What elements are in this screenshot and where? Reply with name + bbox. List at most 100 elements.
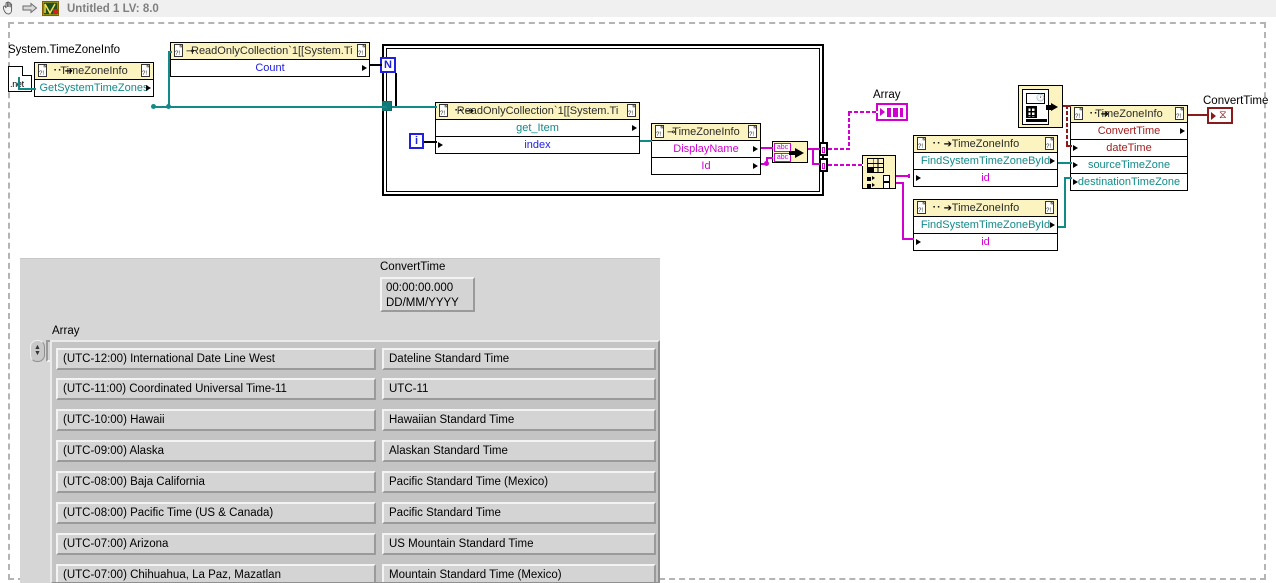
array-cell-displayname[interactable]: (UTC-11:00) Coordinated Universal Time-1… bbox=[56, 378, 376, 400]
timestamp-output-terminal[interactable] bbox=[1051, 103, 1058, 111]
wire-index-out-2-to-dest[interactable] bbox=[902, 238, 914, 240]
node-convert-time[interactable]: ?! ⠐⠂➔ TimeZoneInfo ?! ConvertTime dateT… bbox=[1070, 105, 1188, 191]
wire-timestamp-v[interactable] bbox=[1066, 105, 1068, 147]
output-terminal[interactable] bbox=[362, 65, 367, 71]
element-output-1[interactable] bbox=[883, 175, 890, 182]
array-row[interactable]: (UTC-07:00) Arizona US Mountain Standard… bbox=[56, 533, 656, 555]
node-member-id[interactable]: Id bbox=[652, 158, 760, 175]
front-panel[interactable]: ConvertTime 00:00:00.000 DD/MM/YYYY Arra… bbox=[20, 258, 660, 583]
loop-count-terminal[interactable]: N bbox=[380, 57, 396, 73]
wire-timestamp-to-datetime[interactable] bbox=[1066, 145, 1072, 147]
array-cell-id[interactable]: Pacific Standard Time bbox=[382, 502, 656, 524]
node-member-destination-timezone[interactable]: destinationTimeZone bbox=[1071, 174, 1187, 191]
input-terminal[interactable] bbox=[916, 239, 921, 245]
array-cell-displayname[interactable]: (UTC-09:00) Alaska bbox=[56, 440, 376, 462]
node-find-timezone-destination[interactable]: ?! ⠐⠂➔ TimeZoneInfo ?! FindSystemTimeZon… bbox=[913, 199, 1058, 251]
wire-collection-to-count-h[interactable] bbox=[168, 51, 172, 53]
run-arrow-icon[interactable] bbox=[22, 1, 40, 16]
node-member-get-item[interactable]: get_Item bbox=[436, 120, 639, 137]
spinner-down-icon[interactable]: ▼ bbox=[34, 350, 41, 357]
array-row[interactable]: (UTC-09:00) Alaska Alaskan Standard Time bbox=[56, 440, 656, 462]
output-terminal[interactable] bbox=[1050, 222, 1055, 228]
block-diagram[interactable]: System.TimeZoneInfo .net ?! ⠐⠂➔ TimeZone… bbox=[0, 17, 1276, 583]
array-cell-displayname[interactable]: (UTC-07:00) Arizona bbox=[56, 533, 376, 555]
node-member-datetime[interactable]: dateTime bbox=[1071, 140, 1187, 157]
wire-constant-to-node-h[interactable] bbox=[18, 88, 36, 90]
loop-iteration-terminal[interactable]: i bbox=[409, 133, 424, 149]
wire-displayname-to-buildarray[interactable] bbox=[761, 147, 773, 149]
loop-output-tunnel-displayname[interactable] bbox=[819, 142, 828, 156]
wire-index-out-1-v[interactable] bbox=[908, 174, 910, 178]
array-cell-id[interactable]: US Mountain Standard Time bbox=[382, 533, 656, 555]
wire-buildarray-to-tunnel-2[interactable] bbox=[812, 163, 820, 165]
array-cell-displayname[interactable]: (UTC-08:00) Pacific Time (US & Canada) bbox=[56, 502, 376, 524]
wire-dest-tz-in[interactable] bbox=[1064, 177, 1072, 179]
wire-tunnel-to-getitem[interactable] bbox=[392, 106, 437, 108]
node-member-convert-time[interactable]: ConvertTime bbox=[1071, 123, 1187, 140]
node-collection-get-item[interactable]: ?! ⠐⠂➔ ReadOnlyCollection`1[[System.Ti ?… bbox=[435, 102, 640, 154]
output-terminal[interactable] bbox=[1050, 158, 1055, 164]
wire-array-out-1[interactable] bbox=[828, 148, 850, 150]
wire-array-to-indicator[interactable] bbox=[848, 111, 878, 113]
wire-count-to-n[interactable] bbox=[370, 64, 382, 66]
output-terminal[interactable] bbox=[146, 85, 151, 91]
input-terminal[interactable] bbox=[1073, 162, 1078, 168]
loop-output-tunnel-id[interactable] bbox=[819, 158, 828, 172]
array-cell-displayname[interactable]: (UTC-07:00) Chihuahua, La Paz, Mazatlan bbox=[56, 564, 376, 582]
wire-n-down[interactable] bbox=[395, 73, 397, 107]
input-terminal[interactable] bbox=[916, 175, 921, 181]
get-date-time-in-seconds-node[interactable]: 🕐 bbox=[1018, 85, 1063, 128]
node-timezoneinfo-properties[interactable]: ?! ⊸ TimeZoneInfo ?! DisplayName Id bbox=[651, 123, 761, 175]
wire-buildarray-to-tunnel[interactable] bbox=[808, 148, 820, 150]
index-input-1[interactable] bbox=[867, 176, 875, 182]
node-member-index[interactable]: index bbox=[436, 137, 639, 154]
output-terminal[interactable] bbox=[753, 163, 758, 169]
node-member-get-system-timezones[interactable]: GetSystemTimeZones bbox=[35, 80, 153, 97]
output-terminal[interactable] bbox=[1180, 128, 1185, 134]
wire-id-to-buildarray[interactable] bbox=[766, 157, 773, 159]
node-find-timezone-source[interactable]: ?! ⠐⠂➔ TimeZoneInfo ?! FindSystemTimeZon… bbox=[913, 135, 1058, 187]
wire-collection-main[interactable] bbox=[152, 106, 387, 108]
wire-i-to-index[interactable] bbox=[424, 141, 437, 143]
wire-array-out-v[interactable] bbox=[848, 112, 850, 150]
wire-index-out-2-v[interactable] bbox=[902, 182, 904, 239]
node-member-displayname[interactable]: DisplayName bbox=[652, 141, 760, 158]
array-cell-displayname[interactable]: (UTC-08:00) Baja California bbox=[56, 471, 376, 493]
converttime-indicator-display[interactable]: 00:00:00.000 DD/MM/YYYY bbox=[380, 277, 475, 312]
labview-icon[interactable] bbox=[42, 1, 60, 16]
array-cell-displayname[interactable]: (UTC-10:00) Hawaii bbox=[56, 409, 376, 431]
array-row[interactable]: (UTC-08:00) Pacific Time (US & Canada) P… bbox=[56, 502, 656, 524]
node-member-id[interactable]: id bbox=[914, 170, 1057, 187]
array-row[interactable]: (UTC-11:00) Coordinated Universal Time-1… bbox=[56, 378, 656, 400]
wire-getitem-to-tzinfo[interactable] bbox=[640, 140, 652, 142]
node-member-find-timezone[interactable]: FindSystemTimeZoneById bbox=[914, 217, 1057, 234]
array-row[interactable]: (UTC-10:00) Hawaii Hawaiian Standard Tim… bbox=[56, 409, 656, 431]
wire-source-tz[interactable] bbox=[1058, 162, 1072, 164]
build-array-node[interactable]: abc abc bbox=[772, 141, 808, 163]
node-member-id[interactable]: id bbox=[914, 234, 1057, 251]
element-output-2[interactable] bbox=[883, 182, 890, 189]
array-row[interactable]: (UTC-12:00) International Date Line West… bbox=[56, 348, 656, 370]
array-cell-id[interactable]: Pacific Standard Time (Mexico) bbox=[382, 471, 656, 493]
array-row[interactable]: (UTC-07:00) Chihuahua, La Paz, Mazatlan … bbox=[56, 564, 656, 582]
array-cell-id[interactable]: Dateline Standard Time bbox=[382, 348, 656, 370]
array-cell-id[interactable]: Mountain Standard Time (Mexico) bbox=[382, 564, 656, 582]
wire-converttime-to-indicator[interactable] bbox=[1188, 114, 1208, 116]
node-member-count[interactable]: Count bbox=[171, 60, 369, 77]
hand-cursor-icon[interactable] bbox=[2, 1, 20, 16]
index-input-2[interactable] bbox=[867, 183, 875, 189]
array-index-spinner[interactable]: ▲ ▼ bbox=[30, 340, 45, 362]
array-cell-id[interactable]: Hawaiian Standard Time bbox=[382, 409, 656, 431]
array-indicator-terminal[interactable] bbox=[876, 103, 908, 121]
wire-dest-tz-v[interactable] bbox=[1064, 178, 1066, 227]
output-terminal[interactable] bbox=[632, 125, 637, 131]
array-cell-displayname[interactable]: (UTC-12:00) International Date Line West bbox=[56, 348, 376, 370]
node-member-find-timezone[interactable]: FindSystemTimeZoneById bbox=[914, 153, 1057, 170]
output-terminal[interactable] bbox=[753, 146, 758, 152]
array-cell-id[interactable]: UTC-11 bbox=[382, 378, 656, 400]
input-terminal[interactable] bbox=[1073, 179, 1078, 185]
wire-collection-to-count[interactable] bbox=[168, 52, 170, 107]
converttime-indicator-terminal[interactable]: ⧖ bbox=[1207, 107, 1233, 124]
input-terminal[interactable] bbox=[1073, 145, 1078, 151]
wire-array-to-indexarray[interactable] bbox=[828, 164, 864, 166]
